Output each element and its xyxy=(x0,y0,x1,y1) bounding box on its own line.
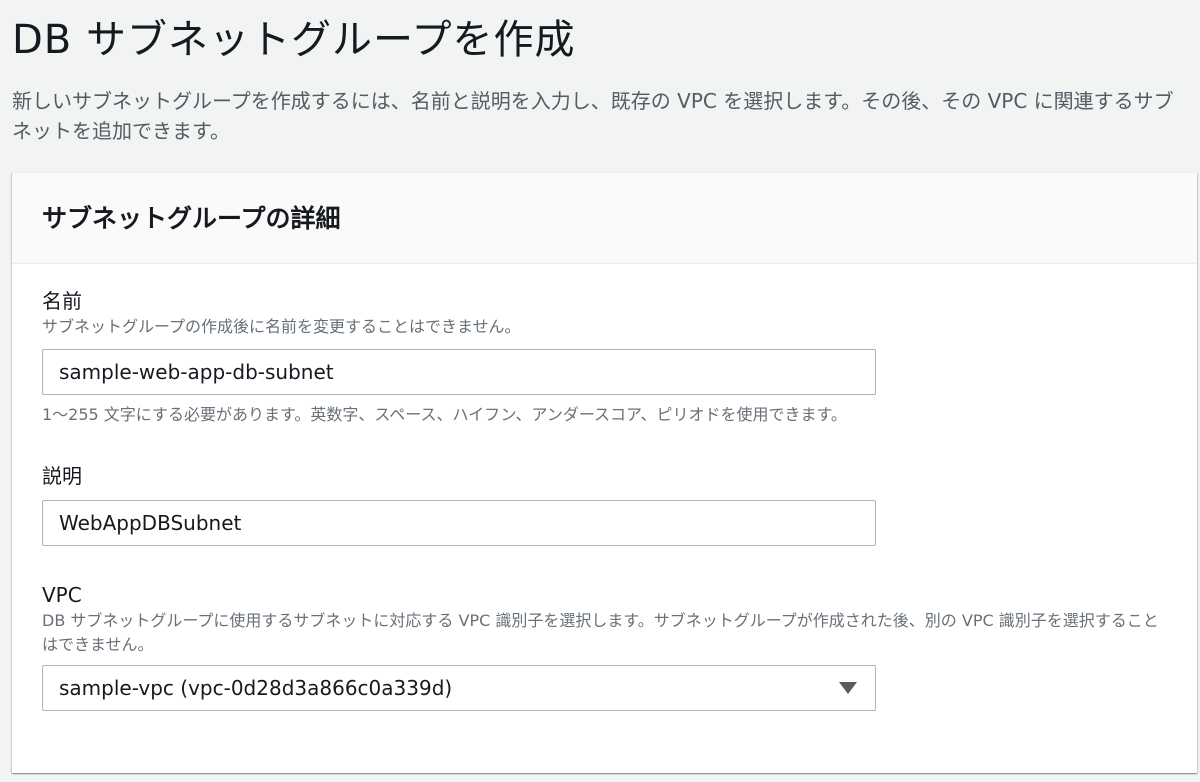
subnet-group-details-panel: サブネットグループの詳細 名前 サブネットグループの作成後に名前を変更することは… xyxy=(12,172,1197,773)
description-label: 説明 xyxy=(42,464,82,488)
name-input[interactable] xyxy=(42,349,876,395)
page-title: DB サブネットグループを作成 xyxy=(12,17,576,63)
vpc-selected-value: sample-vpc (vpc-0d28d3a866c0a339d) xyxy=(59,676,453,700)
description-field: 説明 xyxy=(42,462,876,546)
vpc-field: VPC DB サブネットグループに使用するサブネットに対応する VPC 識別子を… xyxy=(42,581,1162,711)
vpc-label: VPC xyxy=(42,583,82,607)
name-description: サブネットグループの作成後に名前を変更することはできません。 xyxy=(42,317,521,336)
vpc-description: DB サブネットグループに使用するサブネットに対応する VPC 識別子を選択しま… xyxy=(42,611,1159,654)
vpc-select[interactable]: sample-vpc (vpc-0d28d3a866c0a339d) xyxy=(42,665,876,711)
panel-header: サブネットグループの詳細 xyxy=(12,173,1197,264)
panel-title: サブネットグループの詳細 xyxy=(42,204,341,233)
page-description: 新しいサブネットグループを作成するには、名前と説明を入力し、既存の VPC を選… xyxy=(12,89,1174,143)
description-input[interactable] xyxy=(42,500,876,546)
name-label: 名前 xyxy=(42,289,82,313)
name-constraint: 1〜255 文字にする必要があります。英数字、スペース、ハイフン、アンダースコア… xyxy=(42,405,847,424)
name-field: 名前 サブネットグループの作成後に名前を変更することはできません。 1〜255 … xyxy=(42,287,1162,427)
caret-down-icon xyxy=(839,682,857,694)
